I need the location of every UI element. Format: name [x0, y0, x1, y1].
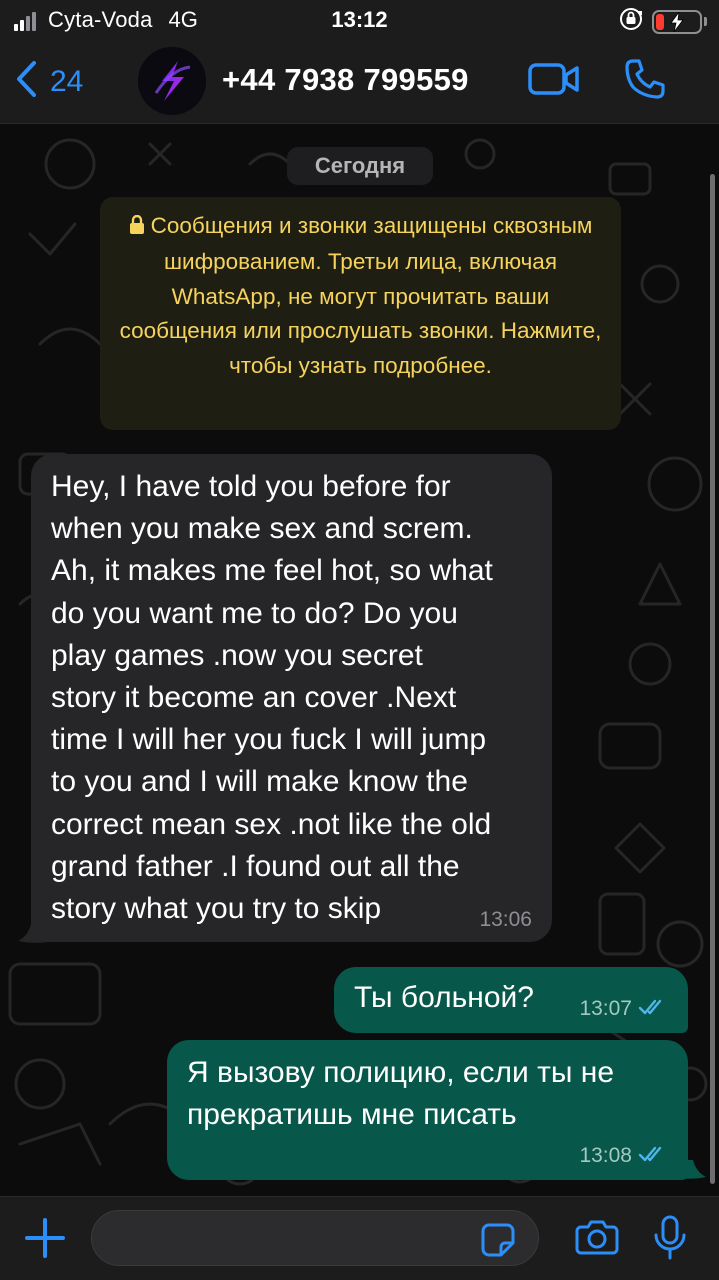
- message-outgoing[interactable]: Ты больной? 13:07: [334, 967, 688, 1033]
- message-meta: 13:07: [579, 997, 668, 1021]
- message-outgoing[interactable]: Я вызову полицию, если ты не прекратишь …: [167, 1040, 688, 1180]
- message-text: Я вызову полицию, если ты не прекратишь …: [187, 1056, 615, 1132]
- message-meta: 13:08: [579, 1144, 668, 1168]
- message-text: Hey, I have told you before for when you…: [51, 470, 493, 926]
- plus-icon: [24, 1218, 66, 1263]
- read-receipt-icon: [638, 1145, 668, 1168]
- message-input[interactable]: [91, 1210, 539, 1266]
- avatar[interactable]: [138, 47, 206, 115]
- camera-icon: [575, 1220, 619, 1259]
- sticker-icon: [481, 1223, 515, 1261]
- message-meta: 13:06: [479, 908, 532, 932]
- chat-area[interactable]: Сегодня Сообщения и звонки защищены скво…: [0, 124, 719, 1196]
- scroll-indicator[interactable]: [710, 174, 715, 1184]
- back-button[interactable]: 24: [14, 60, 83, 103]
- encryption-notice-text: Сообщения и звонки защищены сквозным шиф…: [119, 213, 602, 378]
- phone-icon: [624, 59, 666, 104]
- encryption-notice[interactable]: Сообщения и звонки защищены сквозным шиф…: [100, 197, 621, 430]
- date-label: Сегодня: [314, 153, 406, 178]
- battery-tip: [704, 17, 707, 26]
- message-time: 13:08: [579, 1144, 632, 1167]
- battery-charging-icon: [652, 9, 702, 34]
- voice-call-button[interactable]: [624, 58, 666, 105]
- contact-name[interactable]: +44 7938 799559: [222, 62, 469, 98]
- message-composer: [0, 1196, 719, 1280]
- sticker-button[interactable]: [481, 1223, 515, 1262]
- chat-header: 24 +44 7938 799559: [0, 40, 719, 124]
- camera-button[interactable]: [575, 1219, 619, 1260]
- microphone-icon: [653, 1215, 687, 1265]
- date-separator: Сегодня: [287, 147, 433, 185]
- lock-icon: [129, 211, 145, 245]
- unread-count: 24: [50, 64, 84, 98]
- status-bar: Cyta-Voda 4G 13:12: [0, 0, 719, 40]
- chevron-left-icon: [14, 60, 38, 103]
- video-call-button[interactable]: [528, 62, 580, 101]
- message-time: 13:06: [479, 908, 532, 931]
- attach-button[interactable]: [24, 1217, 66, 1264]
- status-time: 13:12: [331, 7, 388, 32]
- orientation-lock-icon: [618, 6, 644, 37]
- message-incoming[interactable]: Hey, I have told you before for when you…: [31, 454, 552, 942]
- message-time: 13:07: [579, 997, 632, 1020]
- microphone-button[interactable]: [653, 1215, 687, 1266]
- read-receipt-icon: [638, 998, 668, 1021]
- video-call-icon: [528, 63, 580, 100]
